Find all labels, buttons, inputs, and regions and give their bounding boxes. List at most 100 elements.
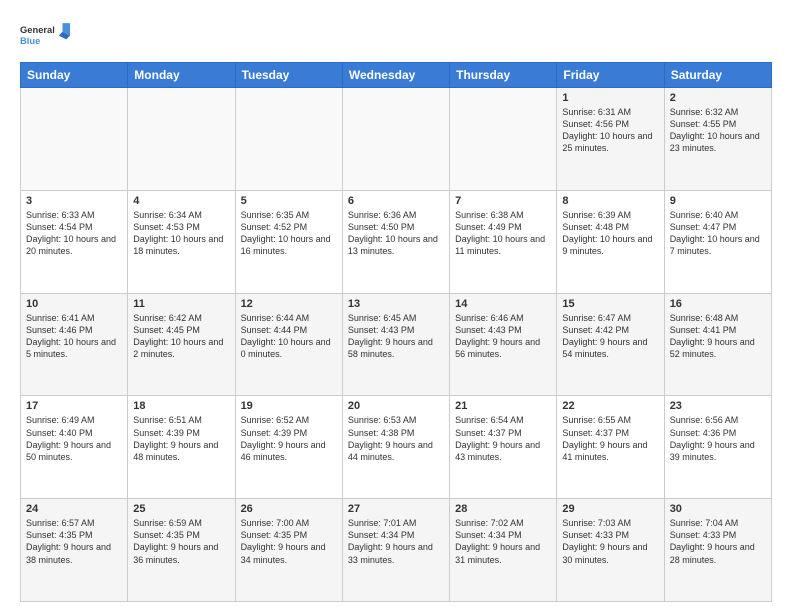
calendar-cell: 3 Sunrise: 6:33 AM Sunset: 4:54 PM Daylig… [21, 190, 128, 293]
day-number: 21 [455, 400, 551, 412]
calendar-cell [342, 88, 449, 191]
calendar-cell [235, 88, 342, 191]
day-info: Sunrise: 6:39 AM Sunset: 4:48 PM Dayligh… [562, 209, 658, 258]
day-info: Sunrise: 6:38 AM Sunset: 4:49 PM Dayligh… [455, 209, 551, 258]
day-number: 29 [562, 503, 658, 515]
calendar-cell: 28 Sunrise: 7:02 AM Sunset: 4:34 PM Dayli… [450, 499, 557, 602]
calendar-week-2: 3 Sunrise: 6:33 AM Sunset: 4:54 PM Daylig… [21, 190, 772, 293]
day-number: 2 [670, 92, 766, 104]
day-info: Sunrise: 6:41 AM Sunset: 4:46 PM Dayligh… [26, 312, 122, 361]
calendar-cell [128, 88, 235, 191]
day-number: 24 [26, 503, 122, 515]
calendar-cell: 6 Sunrise: 6:36 AM Sunset: 4:50 PM Daylig… [342, 190, 449, 293]
day-number: 1 [562, 92, 658, 104]
calendar-cell [21, 88, 128, 191]
svg-text:Blue: Blue [20, 36, 40, 46]
header-row: SundayMondayTuesdayWednesdayThursdayFrid… [21, 63, 772, 88]
day-number: 13 [348, 298, 444, 310]
calendar-cell: 17 Sunrise: 6:49 AM Sunset: 4:40 PM Dayli… [21, 396, 128, 499]
day-info: Sunrise: 6:57 AM Sunset: 4:35 PM Dayligh… [26, 517, 122, 566]
day-info: Sunrise: 6:33 AM Sunset: 4:54 PM Dayligh… [26, 209, 122, 258]
day-number: 6 [348, 195, 444, 207]
day-info: Sunrise: 6:46 AM Sunset: 4:43 PM Dayligh… [455, 312, 551, 361]
calendar-cell: 4 Sunrise: 6:34 AM Sunset: 4:53 PM Daylig… [128, 190, 235, 293]
logo: General Blue [20, 16, 70, 54]
page: General Blue SundayMondayTuesdayWednesda… [0, 0, 792, 612]
calendar-cell: 18 Sunrise: 6:51 AM Sunset: 4:39 PM Dayli… [128, 396, 235, 499]
calendar-table: SundayMondayTuesdayWednesdayThursdayFrid… [20, 62, 772, 602]
calendar-cell: 14 Sunrise: 6:46 AM Sunset: 4:43 PM Dayli… [450, 293, 557, 396]
day-info: Sunrise: 6:45 AM Sunset: 4:43 PM Dayligh… [348, 312, 444, 361]
day-info: Sunrise: 7:04 AM Sunset: 4:33 PM Dayligh… [670, 517, 766, 566]
day-info: Sunrise: 7:00 AM Sunset: 4:35 PM Dayligh… [241, 517, 337, 566]
calendar-cell: 13 Sunrise: 6:45 AM Sunset: 4:43 PM Dayli… [342, 293, 449, 396]
day-number: 22 [562, 400, 658, 412]
day-number: 14 [455, 298, 551, 310]
day-header-thursday: Thursday [450, 63, 557, 88]
day-number: 10 [26, 298, 122, 310]
day-number: 16 [670, 298, 766, 310]
day-number: 17 [26, 400, 122, 412]
day-info: Sunrise: 6:44 AM Sunset: 4:44 PM Dayligh… [241, 312, 337, 361]
day-number: 5 [241, 195, 337, 207]
calendar-cell: 2 Sunrise: 6:32 AM Sunset: 4:55 PM Daylig… [664, 88, 771, 191]
day-info: Sunrise: 6:55 AM Sunset: 4:37 PM Dayligh… [562, 414, 658, 463]
day-info: Sunrise: 6:31 AM Sunset: 4:56 PM Dayligh… [562, 106, 658, 155]
calendar-cell: 15 Sunrise: 6:47 AM Sunset: 4:42 PM Dayli… [557, 293, 664, 396]
day-info: Sunrise: 7:02 AM Sunset: 4:34 PM Dayligh… [455, 517, 551, 566]
day-number: 11 [133, 298, 229, 310]
day-number: 19 [241, 400, 337, 412]
calendar-cell: 23 Sunrise: 6:56 AM Sunset: 4:36 PM Dayli… [664, 396, 771, 499]
day-header-monday: Monday [128, 63, 235, 88]
calendar-week-5: 24 Sunrise: 6:57 AM Sunset: 4:35 PM Dayli… [21, 499, 772, 602]
day-number: 8 [562, 195, 658, 207]
day-info: Sunrise: 6:32 AM Sunset: 4:55 PM Dayligh… [670, 106, 766, 155]
day-header-wednesday: Wednesday [342, 63, 449, 88]
day-number: 15 [562, 298, 658, 310]
logo-svg: General Blue [20, 16, 70, 54]
calendar-cell: 25 Sunrise: 6:59 AM Sunset: 4:35 PM Dayli… [128, 499, 235, 602]
calendar-cell: 26Sunrise: 7:00 AM Sunset: 4:35 PM Dayli… [235, 499, 342, 602]
day-number: 7 [455, 195, 551, 207]
day-number: 28 [455, 503, 551, 515]
day-number: 3 [26, 195, 122, 207]
day-info: Sunrise: 6:47 AM Sunset: 4:42 PM Dayligh… [562, 312, 658, 361]
calendar-cell: 29Sunrise: 7:03 AM Sunset: 4:33 PM Dayli… [557, 499, 664, 602]
day-number: 23 [670, 400, 766, 412]
day-number: 25 [133, 503, 229, 515]
day-info: Sunrise: 6:51 AM Sunset: 4:39 PM Dayligh… [133, 414, 229, 463]
calendar-cell: 8 Sunrise: 6:39 AM Sunset: 4:48 PM Daylig… [557, 190, 664, 293]
day-number: 4 [133, 195, 229, 207]
calendar-cell: 30 Sunrise: 7:04 AM Sunset: 4:33 PM Dayli… [664, 499, 771, 602]
calendar-cell: 16 Sunrise: 6:48 AM Sunset: 4:41 PM Dayli… [664, 293, 771, 396]
day-info: Sunrise: 6:48 AM Sunset: 4:41 PM Dayligh… [670, 312, 766, 361]
calendar-week-4: 17 Sunrise: 6:49 AM Sunset: 4:40 PM Dayli… [21, 396, 772, 499]
day-info: Sunrise: 6:34 AM Sunset: 4:53 PM Dayligh… [133, 209, 229, 258]
calendar-cell: 10 Sunrise: 6:41 AM Sunset: 4:46 PM Dayli… [21, 293, 128, 396]
header: General Blue [20, 16, 772, 54]
calendar-cell: 21 Sunrise: 6:54 AM Sunset: 4:37 PM Dayli… [450, 396, 557, 499]
calendar-week-3: 10 Sunrise: 6:41 AM Sunset: 4:46 PM Dayli… [21, 293, 772, 396]
calendar-cell: 22 Sunrise: 6:55 AM Sunset: 4:37 PM Dayli… [557, 396, 664, 499]
calendar-cell: 12 Sunrise: 6:44 AM Sunset: 4:44 PM Dayli… [235, 293, 342, 396]
calendar-cell: 1 Sunrise: 6:31 AM Sunset: 4:56 PM Daylig… [557, 88, 664, 191]
day-info: Sunrise: 6:35 AM Sunset: 4:52 PM Dayligh… [241, 209, 337, 258]
day-info: Sunrise: 6:59 AM Sunset: 4:35 PM Dayligh… [133, 517, 229, 566]
day-header-sunday: Sunday [21, 63, 128, 88]
day-info: Sunrise: 7:01 AM Sunset: 4:34 PM Dayligh… [348, 517, 444, 566]
calendar-cell [450, 88, 557, 191]
day-info: Sunrise: 6:53 AM Sunset: 4:38 PM Dayligh… [348, 414, 444, 463]
calendar-cell: 5 Sunrise: 6:35 AM Sunset: 4:52 PM Daylig… [235, 190, 342, 293]
day-header-tuesday: Tuesday [235, 63, 342, 88]
calendar-cell: 27Sunrise: 7:01 AM Sunset: 4:34 PM Dayli… [342, 499, 449, 602]
day-number: 12 [241, 298, 337, 310]
day-info: Sunrise: 6:36 AM Sunset: 4:50 PM Dayligh… [348, 209, 444, 258]
calendar-cell: 24 Sunrise: 6:57 AM Sunset: 4:35 PM Dayli… [21, 499, 128, 602]
day-number: 18 [133, 400, 229, 412]
day-info: Sunrise: 6:56 AM Sunset: 4:36 PM Dayligh… [670, 414, 766, 463]
day-number: 30 [670, 503, 766, 515]
day-info: Sunrise: 6:54 AM Sunset: 4:37 PM Dayligh… [455, 414, 551, 463]
day-info: Sunrise: 6:49 AM Sunset: 4:40 PM Dayligh… [26, 414, 122, 463]
day-header-saturday: Saturday [664, 63, 771, 88]
calendar-cell: 7 Sunrise: 6:38 AM Sunset: 4:49 PM Daylig… [450, 190, 557, 293]
